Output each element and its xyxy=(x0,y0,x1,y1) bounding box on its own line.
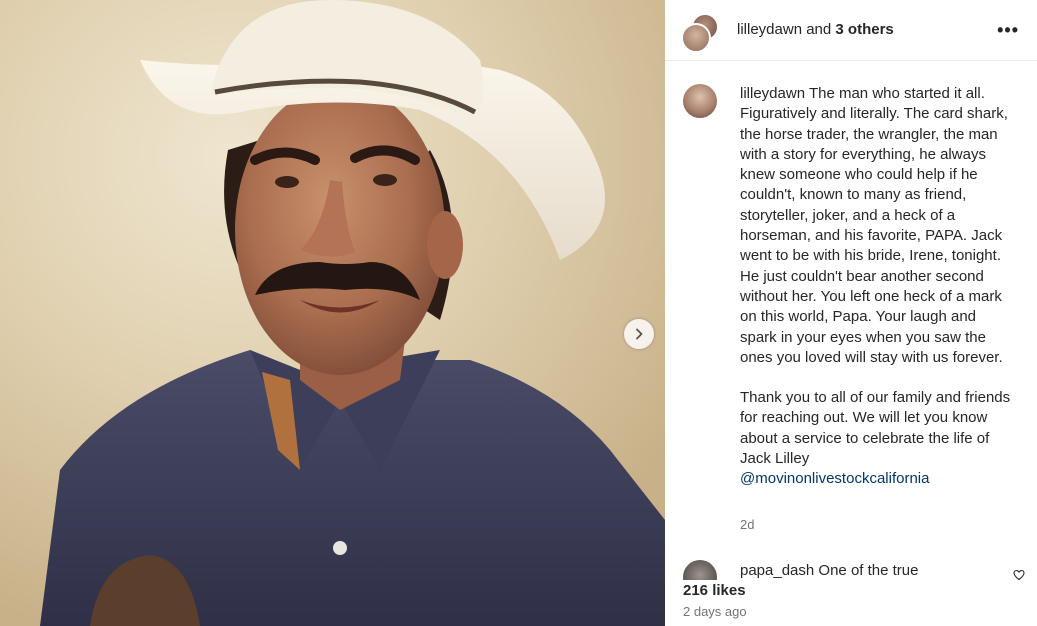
post-photo[interactable] xyxy=(0,0,665,626)
caption-body-second: Thank you to all of our family and frien… xyxy=(740,389,1011,468)
avatar[interactable] xyxy=(681,23,711,53)
avatar[interactable] xyxy=(683,560,717,580)
caption-block: lilleydawn The man who started it all. F… xyxy=(665,60,1037,530)
mention-link[interactable]: @movinonlivestockcalifornia xyxy=(740,470,929,487)
authors-connector: and xyxy=(802,21,836,38)
caption-text: lilleydawn The man who started it all. F… xyxy=(740,84,1015,490)
next-photo-button[interactable] xyxy=(624,319,654,349)
collaborator-avatars[interactable] xyxy=(681,13,721,53)
photo-illustration xyxy=(0,0,665,626)
other-authors-link[interactable]: 3 others xyxy=(835,21,893,38)
chevron-right-icon xyxy=(636,328,643,340)
comment-item: papa_dash One of the true xyxy=(665,560,1037,581)
caption-username[interactable]: lilleydawn xyxy=(740,85,805,102)
comment-username[interactable]: papa_dash xyxy=(740,562,814,579)
post-authors[interactable]: lilleydawn and 3 others xyxy=(737,21,894,38)
comment-text: papa_dash One of the true xyxy=(740,562,919,579)
heart-icon[interactable] xyxy=(1013,569,1025,581)
likes-count[interactable]: 216 likes xyxy=(683,582,746,599)
caption-body: The man who started it all. Figuratively… xyxy=(740,85,1008,366)
post-header: lilleydawn and 3 others ••• xyxy=(665,0,1037,61)
comment-body: One of the true xyxy=(818,562,919,579)
avatar[interactable] xyxy=(683,84,717,118)
caption-timestamp[interactable]: 2d xyxy=(740,517,754,530)
post-date[interactable]: 2 days ago xyxy=(683,604,747,619)
more-options-button[interactable]: ••• xyxy=(997,20,1019,41)
post-side-panel: lilleydawn and 3 others ••• lilleydawn T… xyxy=(665,0,1037,626)
author-username[interactable]: lilleydawn xyxy=(737,21,802,38)
more-horizontal-icon: ••• xyxy=(997,20,1019,40)
